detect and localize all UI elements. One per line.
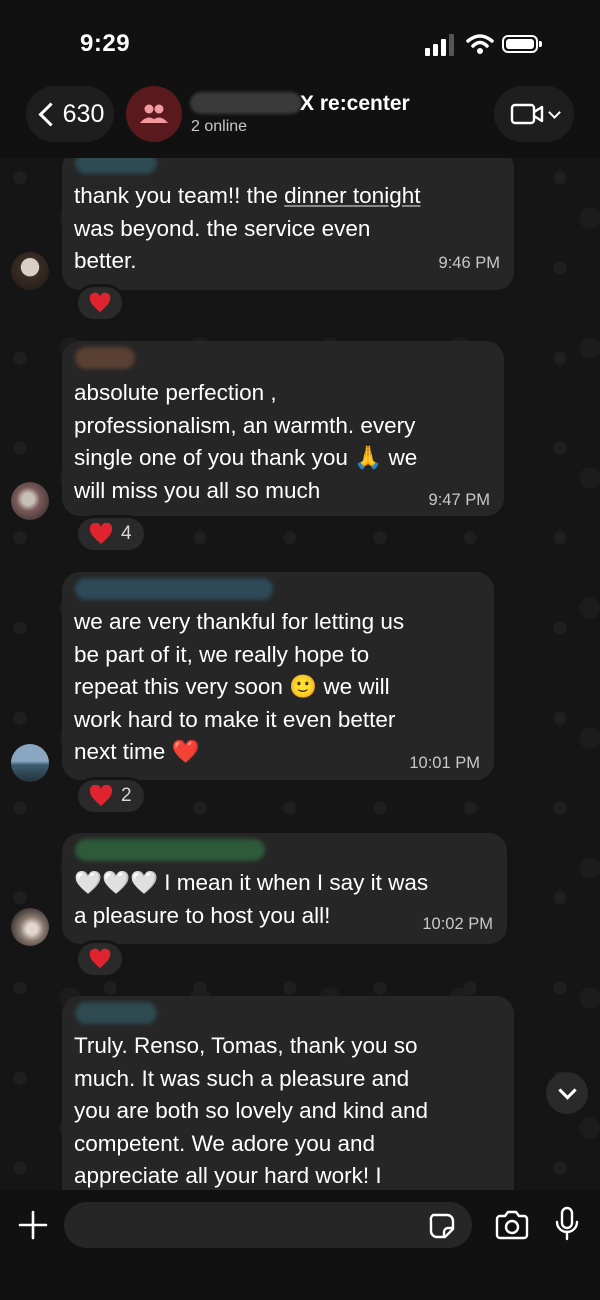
message-bubble[interactable]: we are very thankful for letting us be p… bbox=[62, 572, 494, 780]
video-call-button[interactable] bbox=[494, 86, 574, 142]
message-time: 9:46 PM bbox=[438, 254, 500, 272]
heart-icon bbox=[89, 785, 113, 806]
signal-icon bbox=[425, 34, 454, 56]
back-button[interactable]: 630 bbox=[26, 86, 114, 142]
back-unread-count: 630 bbox=[62, 99, 105, 128]
sender-name-redacted bbox=[75, 839, 265, 861]
plus-icon[interactable] bbox=[16, 1208, 50, 1242]
video-icon bbox=[510, 103, 543, 125]
message-bubble[interactable]: 🤍🤍🤍 I mean it when I say it was a pleasu… bbox=[62, 833, 507, 944]
message-text: 🤍🤍🤍 I mean it when I say it was a pleasu… bbox=[74, 870, 429, 928]
status-time: 9:29 bbox=[80, 30, 131, 57]
message-time: 10:02 PM bbox=[422, 915, 493, 933]
reaction-pill[interactable]: 4 bbox=[75, 515, 147, 553]
back-chevron-icon bbox=[38, 101, 63, 127]
message-bubble[interactable]: thank you team!! the dinner tonight was … bbox=[62, 158, 514, 290]
heart-icon bbox=[89, 292, 111, 313]
status-bar: 9:29 bbox=[0, 0, 600, 80]
message-time: 9:47 PM bbox=[428, 491, 490, 509]
reaction-count: 2 bbox=[121, 785, 132, 806]
reaction-count: 4 bbox=[121, 523, 132, 544]
sender-name-redacted bbox=[75, 578, 273, 600]
group-title[interactable]: X re:center bbox=[300, 92, 410, 116]
chat-header: 630 X re:center 2 online bbox=[0, 80, 600, 158]
avatar[interactable] bbox=[11, 908, 49, 946]
reaction-pill[interactable] bbox=[75, 940, 125, 978]
chevron-down-icon bbox=[547, 105, 561, 119]
message-input[interactable] bbox=[64, 1202, 472, 1248]
heart-icon bbox=[89, 948, 111, 969]
message-link[interactable]: dinner tonight bbox=[284, 183, 420, 208]
heart-icon bbox=[89, 523, 113, 544]
camera-icon[interactable] bbox=[494, 1210, 530, 1240]
reaction-pill[interactable]: 2 bbox=[75, 777, 147, 815]
message-bubble[interactable]: absolute perfection , professionalism, a… bbox=[62, 341, 504, 516]
message-text: thank you team!! the dinner tonight was … bbox=[74, 183, 421, 273]
message-text: Truly. Renso, Tomas, thank you so much. … bbox=[74, 1033, 428, 1188]
avatar[interactable] bbox=[11, 744, 49, 782]
avatar[interactable] bbox=[11, 252, 49, 290]
sender-name-redacted bbox=[75, 158, 157, 174]
wifi-icon bbox=[466, 34, 494, 54]
group-avatar[interactable] bbox=[126, 86, 182, 142]
message-text: we are very thankful for letting us be p… bbox=[74, 609, 405, 764]
chevron-down-icon bbox=[557, 1081, 577, 1100]
group-online-status: 2 online bbox=[191, 118, 248, 135]
sender-name-redacted bbox=[75, 1002, 157, 1024]
sender-name-redacted bbox=[75, 347, 135, 369]
chat-messages[interactable]: thank you team!! the dinner tonight was … bbox=[0, 158, 600, 1190]
message-text: absolute perfection , professionalism, a… bbox=[74, 380, 418, 503]
group-title-redacted bbox=[190, 92, 302, 114]
microphone-icon[interactable] bbox=[554, 1206, 580, 1242]
reaction-pill[interactable] bbox=[75, 284, 125, 322]
group-icon bbox=[140, 104, 168, 123]
composer-bar bbox=[0, 1190, 600, 1300]
message-bubble[interactable]: Truly. Renso, Tomas, thank you so much. … bbox=[62, 996, 514, 1190]
battery-icon bbox=[502, 35, 542, 53]
scroll-down-button[interactable] bbox=[546, 1072, 588, 1114]
message-time: 10:01 PM bbox=[409, 754, 480, 772]
avatar[interactable] bbox=[11, 482, 49, 520]
sticker-icon[interactable] bbox=[428, 1212, 456, 1240]
